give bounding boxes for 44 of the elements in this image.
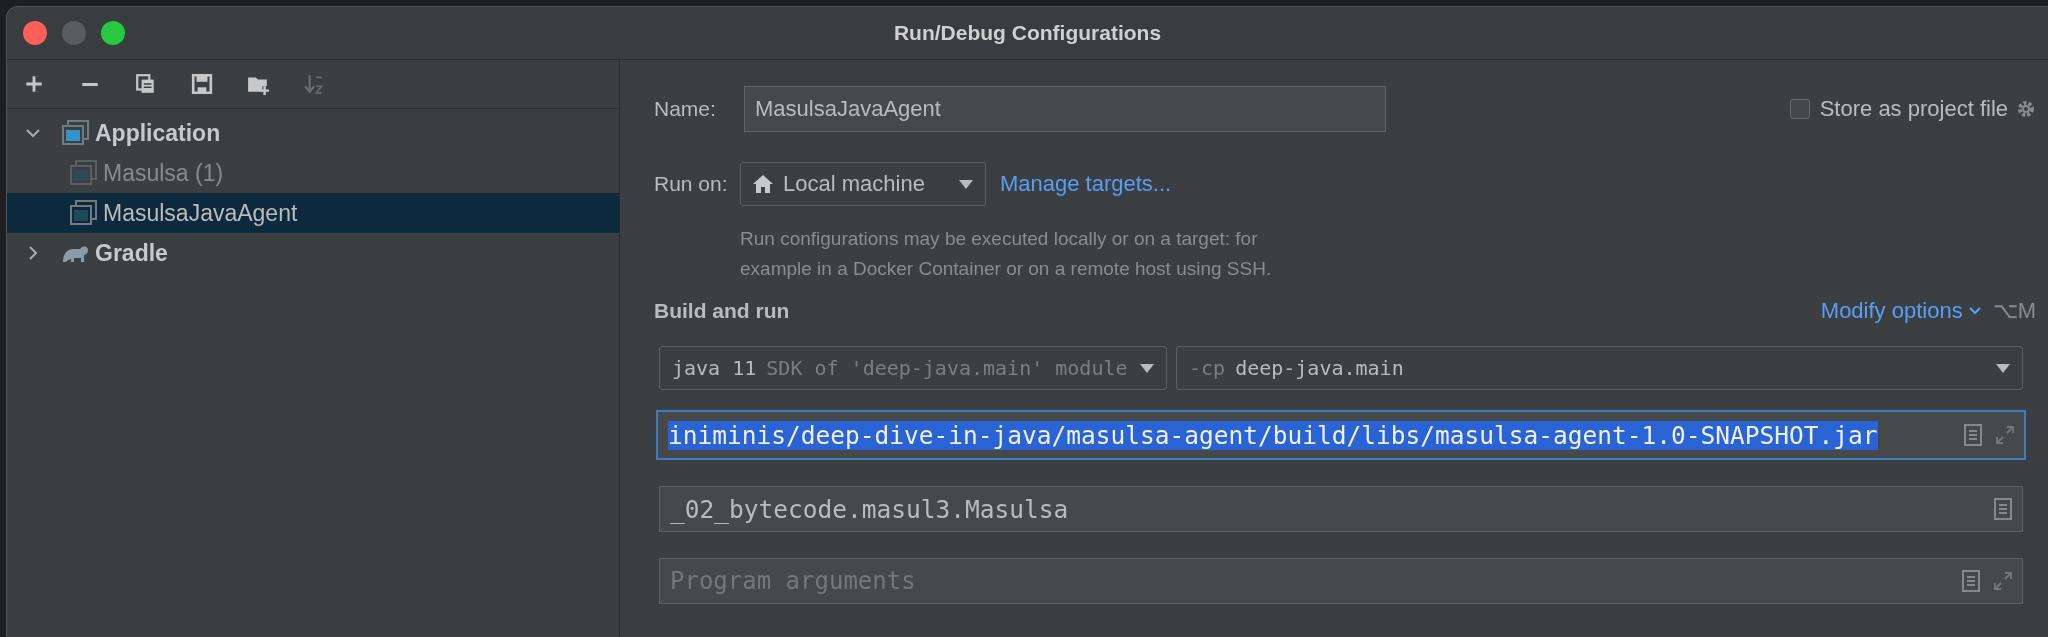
settings-icon[interactable] [2016,99,2036,119]
manage-targets-link[interactable]: Manage targets... [1000,171,1172,197]
tree-item[interactable]: Application [7,113,619,153]
minus-icon [79,82,101,86]
vm-options-field[interactable]: iniminis/deep-dive-in-java/masulsa-agent/build/libs/masulsa-agent-1.0-SNAPSHOT.jar [656,410,2026,460]
document-icon[interactable] [1962,570,1980,592]
document-icon[interactable] [1964,424,1982,446]
copy-icon [135,73,157,95]
jdk-dropdown[interactable]: java 11 SDK of 'deep-java.main' module [659,346,1167,390]
expand-icon[interactable] [1996,426,2014,444]
caret-icon [1996,363,2010,373]
zoom-button[interactable] [101,21,125,45]
modify-options-link[interactable]: Modify options [1820,298,1981,324]
window-icon [69,160,97,186]
window-title: Run/Debug Configurations [893,21,1162,44]
shortcut-hint: ⌥M [1992,298,2036,324]
sort-icon [303,73,325,95]
tree-item-label: MasulsaJavaAgent [103,199,298,227]
plus-icon [23,73,45,95]
close-button[interactable] [23,21,47,45]
tree-item[interactable]: MasulsaJavaAgent [7,193,619,233]
help-text: Run configurations may be executed locally or on a target: for example in a Docker Container or on a remote host using SSH. [740,227,1273,281]
name-label: Name: [654,97,717,121]
caret-icon [959,179,973,189]
house-icon [753,175,773,193]
run-on-dropdown[interactable]: Local machine [740,162,986,206]
run-on-label: Run on: [654,172,729,196]
chevron-down-icon [1968,307,1981,315]
caret-icon [1140,363,1154,373]
main-class-field[interactable]: _02_bytecode.masul3.Masulsa [659,486,2023,532]
tree-item-label: Application [95,119,221,147]
expand-icon[interactable] [1994,572,2012,590]
tree-item-label: Gradle [95,239,168,267]
name-field[interactable]: MasulsaJavaAgent [744,86,1386,132]
classpath-dropdown[interactable]: -cp deep-java.main [1176,346,2023,390]
tree-item[interactable]: Masulsa (1) [7,153,619,193]
save-button[interactable] [189,71,215,97]
document-icon[interactable] [1994,498,2012,520]
window-icon [61,120,89,146]
store-as-project-file-checkbox[interactable]: Store as project file [1789,96,2008,122]
tree-item[interactable]: Gradle [7,233,619,273]
tree-item-label: Masulsa (1) [103,159,224,187]
window-icon [69,200,97,226]
section-title: Build and run [654,299,790,323]
